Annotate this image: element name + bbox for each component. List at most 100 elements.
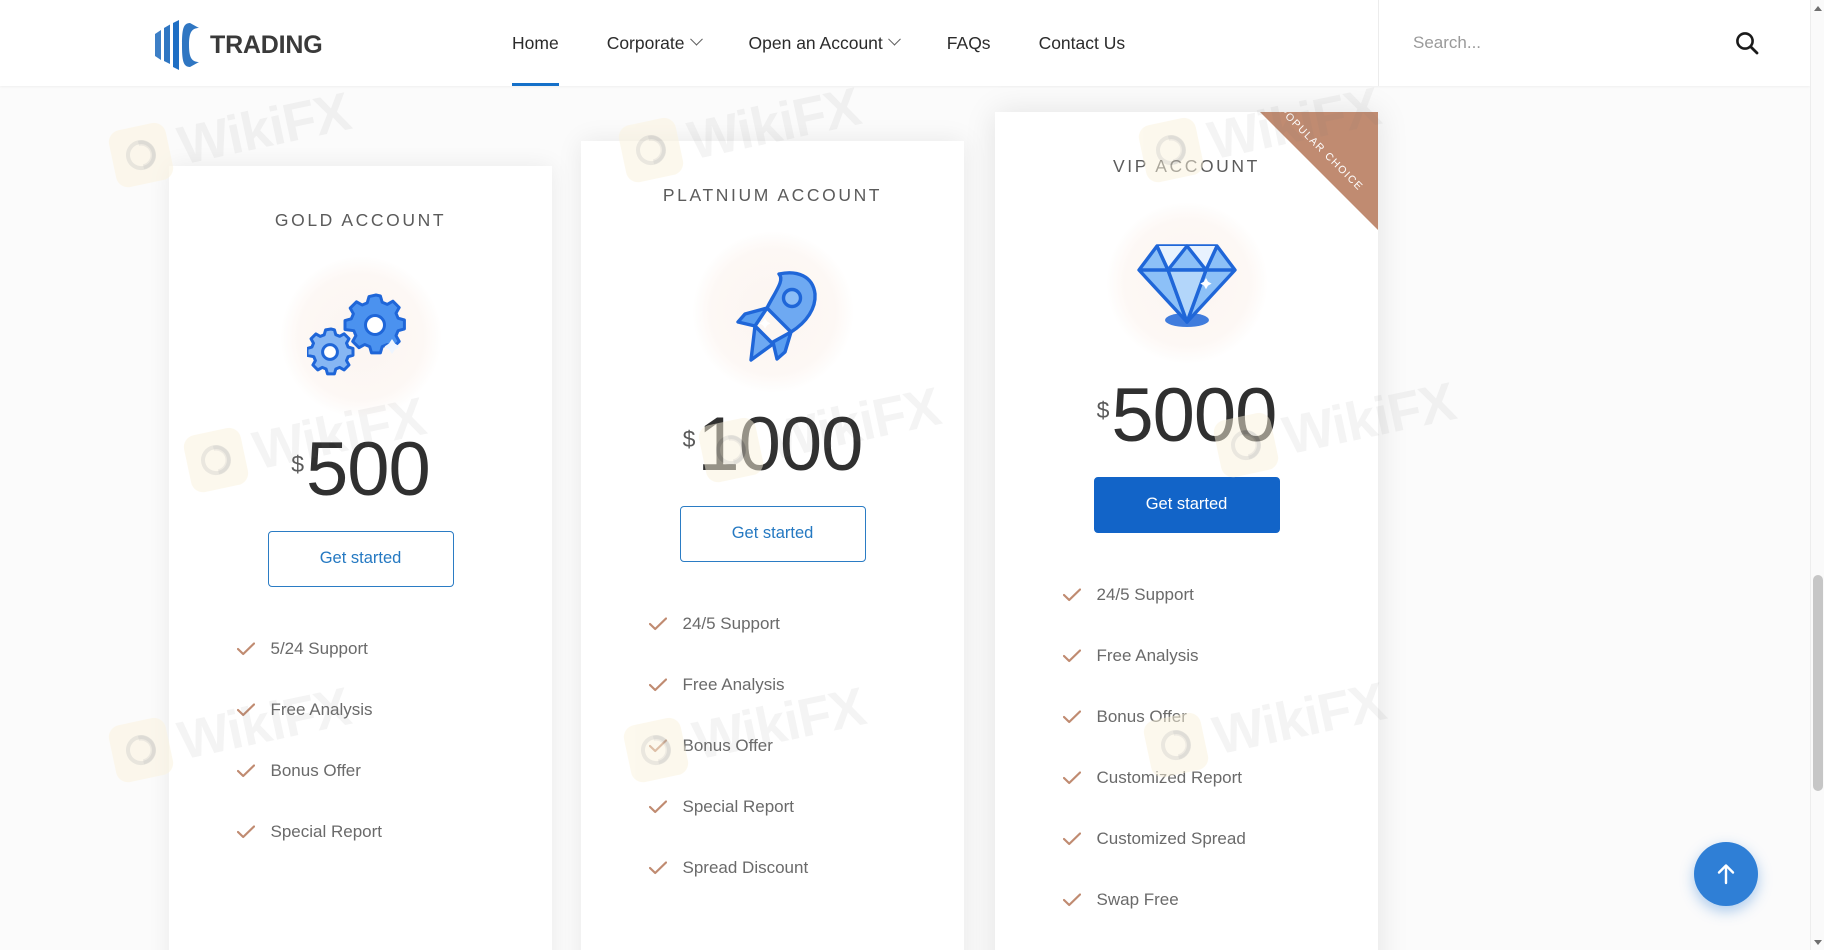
list-item: Free Analysis	[648, 674, 897, 695]
plan-price: $ 1000	[581, 402, 964, 487]
feature-list: 5/24 Support Free Analysis Bonus Offer S…	[236, 638, 485, 842]
nav-item-home[interactable]: Home	[512, 0, 583, 86]
check-icon	[1062, 832, 1081, 846]
currency-symbol: $	[291, 451, 304, 477]
check-icon	[648, 800, 667, 814]
nav-label: Contact Us	[1038, 32, 1126, 53]
browser-scrollbar[interactable]	[1810, 0, 1824, 950]
header-search	[1379, 0, 1810, 86]
brand-name: TRADING	[210, 30, 323, 59]
nav-item-corporate[interactable]: Corporate	[583, 0, 725, 86]
list-item: Free Analysis	[236, 699, 485, 720]
rocket-icon	[692, 232, 853, 392]
check-icon	[648, 861, 667, 875]
plan-price: $ 500	[169, 427, 552, 512]
feature-label: Special Report	[682, 796, 795, 816]
feature-label: Special Report	[270, 821, 383, 841]
list-item: Customized Spread	[1062, 828, 1311, 849]
list-item: Special Report	[236, 821, 485, 842]
pricing-card-gold: GOLD ACCOUNT $ 500 Get started 5/24 Supp…	[169, 166, 552, 950]
triangle-down-icon	[1814, 939, 1822, 945]
get-started-button[interactable]: Get started	[679, 505, 866, 562]
feature-label: Customized Spread	[1096, 828, 1246, 848]
chevron-down-icon	[887, 32, 901, 46]
feature-label: Bonus Offer	[1096, 706, 1187, 726]
feature-list: 24/5 Support Free Analysis Bonus Offer S…	[648, 613, 897, 878]
list-item: Swap Free	[1062, 889, 1311, 910]
check-icon	[236, 825, 255, 839]
nav-item-contact-us[interactable]: Contact Us	[1015, 0, 1150, 86]
search-icon[interactable]	[1734, 30, 1760, 61]
feature-label: Free Analysis	[1096, 645, 1199, 665]
get-started-button[interactable]: Get started	[267, 530, 454, 587]
list-item: 24/5 Support	[648, 613, 897, 634]
nav-label: Home	[512, 32, 559, 53]
list-item: Bonus Offer	[236, 760, 485, 781]
currency-symbol: $	[1096, 397, 1110, 423]
check-icon	[1062, 893, 1081, 907]
main-nav: Home Corporate Open an Account FAQs Cont…	[512, 0, 1149, 86]
mc-logo-icon	[155, 20, 199, 70]
plan-name: PLATNIUM ACCOUNT	[662, 185, 883, 205]
nav-item-faqs[interactable]: FAQs	[923, 0, 1015, 86]
plan-name: GOLD ACCOUNT	[274, 210, 447, 230]
check-icon	[236, 703, 255, 717]
scrollbar-up-arrow[interactable]	[1811, 0, 1824, 16]
get-started-button[interactable]: Get started	[1093, 476, 1280, 533]
site-header: TRADING Home Corporate Open an Account F…	[0, 0, 1810, 86]
nav-item-open-an-account[interactable]: Open an Account	[725, 0, 923, 86]
chevron-down-icon	[689, 32, 703, 46]
list-item: Special Report	[648, 796, 897, 817]
feature-label: Swap Free	[1096, 889, 1179, 909]
feature-label: Bonus Offer	[682, 735, 773, 755]
check-icon	[648, 678, 667, 692]
check-icon	[1062, 588, 1081, 602]
feature-list: 24/5 Support Free Analysis Bonus Offer C…	[1062, 584, 1311, 910]
list-item: 5/24 Support	[236, 638, 485, 659]
check-icon	[1062, 710, 1081, 724]
feature-label: Free Analysis	[270, 699, 373, 719]
popular-choice-ribbon: POPULAR CHOICE	[1260, 112, 1378, 230]
nav-label: Corporate	[606, 32, 685, 53]
feature-label: Bonus Offer	[270, 760, 361, 780]
price-amount: 500	[305, 427, 431, 512]
pricing-card-platinum: PLATNIUM ACCOUNT $ 1000 Get started 24/5…	[581, 141, 964, 950]
header-main: TRADING Home Corporate Open an Account F…	[0, 0, 1379, 86]
brand-logo[interactable]: TRADING	[152, 20, 323, 70]
check-icon	[236, 764, 255, 778]
feature-label: 24/5 Support	[682, 613, 780, 633]
search-input[interactable]	[1413, 33, 1633, 53]
feature-label: 24/5 Support	[1096, 584, 1194, 604]
list-item: Spread Discount	[648, 857, 897, 878]
page-viewport: TRADING Home Corporate Open an Account F…	[0, 0, 1824, 950]
gears-icon	[280, 257, 441, 417]
currency-symbol: $	[682, 426, 696, 452]
check-icon	[648, 739, 667, 753]
feature-label: Free Analysis	[682, 674, 785, 694]
check-icon	[1062, 771, 1081, 785]
feature-label: Customized Report	[1096, 767, 1243, 787]
nav-label: FAQs	[946, 32, 991, 53]
list-item: 24/5 Support	[1062, 584, 1311, 605]
list-item: Free Analysis	[1062, 645, 1311, 666]
ribbon-background	[1260, 112, 1378, 230]
feature-label: Spread Discount	[682, 857, 809, 877]
plan-price: $ 5000	[995, 373, 1378, 458]
nav-label: Open an Account	[748, 32, 883, 53]
triangle-up-icon	[1814, 5, 1822, 11]
feature-label: 5/24 Support	[270, 638, 368, 658]
check-icon	[1062, 649, 1081, 663]
scrollbar-down-arrow[interactable]	[1811, 934, 1824, 950]
scroll-to-top-button[interactable]	[1694, 842, 1758, 906]
check-icon	[236, 642, 255, 656]
diamond-icon	[1106, 203, 1267, 363]
price-amount: 5000	[1111, 373, 1277, 458]
pricing-table: GOLD ACCOUNT $ 500 Get started 5/24 Supp…	[0, 86, 1810, 950]
list-item: Bonus Offer	[1062, 706, 1311, 727]
list-item: Bonus Offer	[648, 735, 897, 756]
price-amount: 1000	[697, 402, 863, 487]
list-item: Customized Report	[1062, 767, 1311, 788]
scrollbar-thumb[interactable]	[1813, 575, 1823, 791]
page-content: GOLD ACCOUNT $ 500 Get started 5/24 Supp…	[0, 86, 1810, 950]
pricing-card-vip: POPULAR CHOICE VIP ACCOUNT $ 5000 Get st…	[995, 112, 1378, 950]
